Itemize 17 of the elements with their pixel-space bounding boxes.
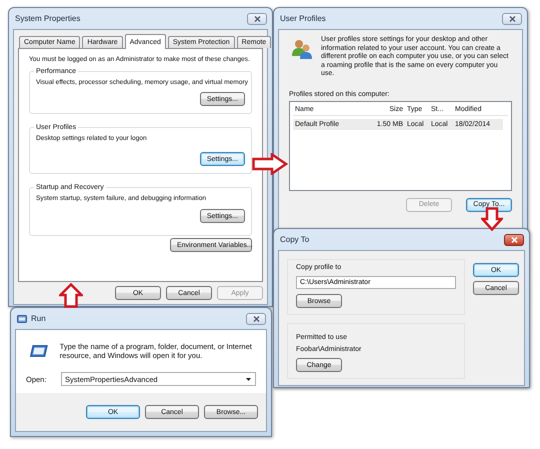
window-title: System Properties (15, 14, 80, 23)
close-button[interactable] (246, 312, 266, 324)
window-title: Copy To (280, 235, 310, 244)
close-icon (254, 16, 260, 22)
window-icon (30, 345, 48, 357)
down-arrow (481, 207, 503, 231)
close-icon (510, 236, 518, 242)
close-button[interactable] (504, 234, 524, 246)
close-button[interactable] (247, 12, 267, 24)
caret-icon (246, 378, 251, 381)
close-icon (508, 16, 516, 22)
close-icon (252, 316, 260, 322)
window-title: User Profiles (280, 14, 326, 23)
people-icon (291, 38, 313, 60)
window-icon (17, 314, 27, 322)
window-title: Run (31, 314, 46, 323)
close-button[interactable] (502, 12, 522, 24)
